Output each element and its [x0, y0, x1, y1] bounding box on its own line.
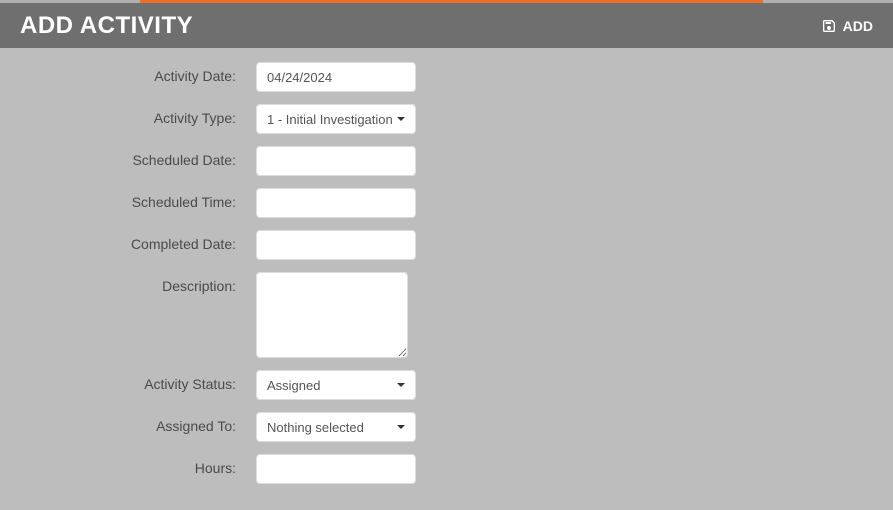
description-textarea[interactable]	[256, 272, 408, 358]
description-label: Description:	[0, 272, 256, 294]
activity-status-label: Activity Status:	[0, 370, 256, 392]
caret-down-icon	[397, 117, 405, 121]
completed-date-input[interactable]	[256, 230, 416, 260]
add-button[interactable]: ADD	[821, 18, 873, 34]
dialog-header: ADD ACTIVITY ADD	[0, 0, 893, 48]
activity-date-label: Activity Date:	[0, 62, 256, 84]
assigned-to-selected: Nothing selected	[267, 420, 364, 435]
scheduled-time-label: Scheduled Time:	[0, 188, 256, 210]
activity-status-selected: Assigned	[267, 378, 320, 393]
caret-down-icon	[397, 383, 405, 387]
assigned-to-select[interactable]: Nothing selected	[256, 412, 416, 442]
completed-date-label: Completed Date:	[0, 230, 256, 252]
save-icon	[821, 18, 837, 34]
hours-label: Hours:	[0, 454, 256, 476]
scheduled-time-input[interactable]	[256, 188, 416, 218]
scheduled-date-input[interactable]	[256, 146, 416, 176]
hours-input[interactable]	[256, 454, 416, 484]
add-button-label: ADD	[843, 18, 873, 34]
activity-type-select[interactable]: 1 - Initial Investigation	[256, 104, 416, 134]
activity-type-label: Activity Type:	[0, 104, 256, 126]
activity-status-select[interactable]: Assigned	[256, 370, 416, 400]
caret-down-icon	[397, 425, 405, 429]
activity-date-input[interactable]	[256, 62, 416, 92]
activity-type-selected: 1 - Initial Investigation	[267, 112, 393, 127]
assigned-to-label: Assigned To:	[0, 412, 256, 434]
dialog-title: ADD ACTIVITY	[20, 12, 193, 40]
form-body: Activity Date: Activity Type: 1 - Initia…	[0, 48, 893, 510]
scheduled-date-label: Scheduled Date:	[0, 146, 256, 168]
